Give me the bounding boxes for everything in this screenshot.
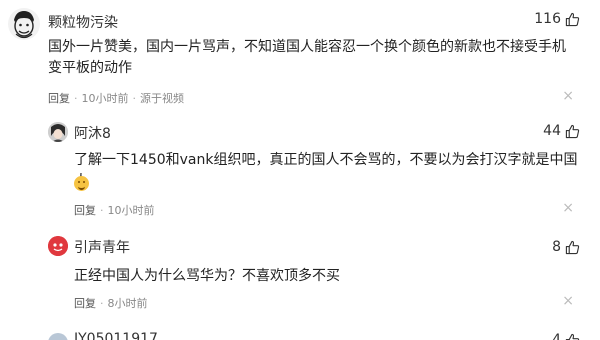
comment-time: 8小时前 [107,297,148,310]
like-button[interactable]: 44 [543,123,580,139]
comment-author[interactable]: JY05011917 [74,331,158,340]
comment-meta: 回复 · 10小时前 [74,202,155,218]
comment-time: 10小时前 [107,204,155,217]
reply-button[interactable]: 回复 [48,90,70,106]
reply-button[interactable]: 回复 [74,295,96,311]
thumbs-up-icon [565,240,580,255]
like-count: 44 [543,123,561,139]
reply-button[interactable]: 回复 [74,202,96,218]
comment-source[interactable]: 源于视频 [140,90,184,106]
comment-item-4: JY05011917 4 [0,325,600,340]
like-count: 8 [552,239,561,255]
comment-text: 了解一下1450和vank组织吧，真正的国人不会骂的，不要以为会打汉字就是中国人 [74,152,578,189]
separator-dot: · [132,91,137,105]
comment-meta: 回复 · 8小时前 [74,295,148,311]
close-icon[interactable]: × [562,294,574,308]
separator-dot: · [74,91,78,105]
avatar[interactable] [48,236,68,256]
avatar[interactable] [48,333,68,340]
comment-item-3: 引声青年 8 正经中国人为什么骂华为？不喜欢顶多不买 回复 · 8小时前 × [0,225,600,325]
comment-item-2: 阿沐8 44 了解一下1450和vank组织吧，真正的国人不会骂的，不要以为会打… [0,110,600,225]
thumbs-up-icon [565,124,580,139]
avatar[interactable] [48,122,68,142]
comment-time: 10小时前 [81,92,129,105]
comment-item-1: 颗粒物污染 116 国外一片赞美，国内一片骂声，不知道国人能容忍一个换个颜色的新… [0,0,600,110]
close-icon[interactable]: × [562,89,574,103]
comment-author[interactable]: 引声青年 [74,237,130,257]
avatar[interactable] [8,8,40,40]
comment-text: 国外一片赞美，国内一片骂声，不知道国人能容忍一个换个颜色的新款也不接受手机变平板… [48,39,566,76]
comment-author[interactable]: 颗粒物污染 [48,12,118,32]
close-icon[interactable]: × [562,201,574,215]
comment-author[interactable]: 阿沐8 [74,123,111,143]
like-count: 116 [534,11,561,27]
like-button[interactable]: 4 [552,332,580,340]
thumbs-up-icon [565,12,580,27]
comment-text: 正经中国人为什么骂华为？不喜欢顶多不买 [74,268,340,284]
laughing-emoji-icon [74,176,89,191]
separator-dot: · [100,296,104,310]
like-button[interactable]: 116 [534,11,580,27]
comment-meta: 回复 · 10小时前 · 源于视频 [48,90,184,106]
separator-dot: · [100,203,104,217]
like-count: 4 [552,332,561,340]
thumbs-up-icon [565,333,580,340]
like-button[interactable]: 8 [552,239,580,255]
